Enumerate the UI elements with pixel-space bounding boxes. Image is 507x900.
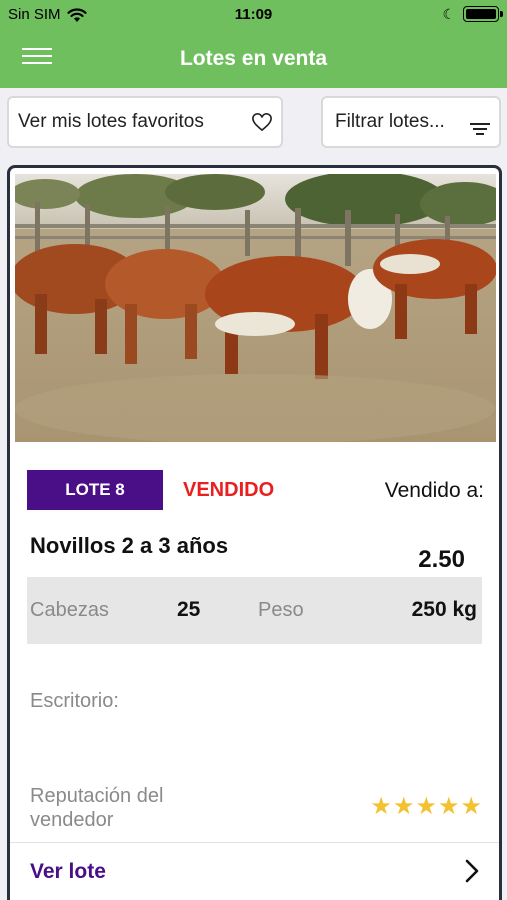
lot-price: 2.50 [418, 546, 465, 573]
seller-reputation-label: Reputación del vendedor [30, 785, 164, 831]
weight-label: Peso [258, 599, 304, 621]
clock: 11:09 [234, 6, 273, 23]
lot-stats: Cabezas 25 Peso 250 kg [27, 577, 482, 644]
status-bar: Sin SIM 11:09 ☾ [0, 0, 507, 30]
app-screen: Sin SIM 11:09 ☾ Lotes en venta Ver mis l… [0, 0, 507, 900]
favorites-button[interactable]: Ver mis lotes favoritos [7, 96, 283, 148]
cattle-image [15, 174, 496, 442]
view-lot-link[interactable]: Ver lote [30, 860, 106, 884]
favorites-label: Ver mis lotes favoritos [18, 111, 204, 132]
lot-photo [15, 174, 496, 442]
rating-stars: ★★★★★ [370, 793, 483, 820]
lot-card: LOTE 8 VENDIDO Vendido a: Novillos 2 a 3… [7, 165, 502, 900]
page-title: Lotes en venta [179, 47, 328, 70]
heads-value: 25 [177, 598, 201, 621]
app-header: Sin SIM 11:09 ☾ Lotes en venta [0, 0, 507, 88]
lot-number-badge: LOTE 8 [27, 470, 163, 510]
weight-value: 250 kg [411, 598, 477, 621]
status-badge: VENDIDO [183, 479, 275, 501]
chevron-right-icon[interactable] [465, 859, 479, 883]
heads-label: Cabezas [30, 599, 109, 621]
filter-button[interactable]: Filtrar lotes... [321, 96, 501, 148]
battery-icon [463, 6, 503, 22]
heart-icon [252, 113, 272, 131]
status-indicators: ☾ [442, 6, 503, 22]
lot-title: Novillos 2 a 3 años [30, 533, 229, 558]
sold-to-label: Vendido a: [384, 479, 484, 502]
filter-icon [470, 123, 490, 137]
filter-label: Filtrar lotes... [335, 111, 445, 132]
divider [10, 842, 499, 843]
office-label: Escritorio: [30, 690, 119, 712]
nav-bar: Lotes en venta [0, 30, 507, 88]
moon-icon: ☾ [442, 6, 455, 22]
